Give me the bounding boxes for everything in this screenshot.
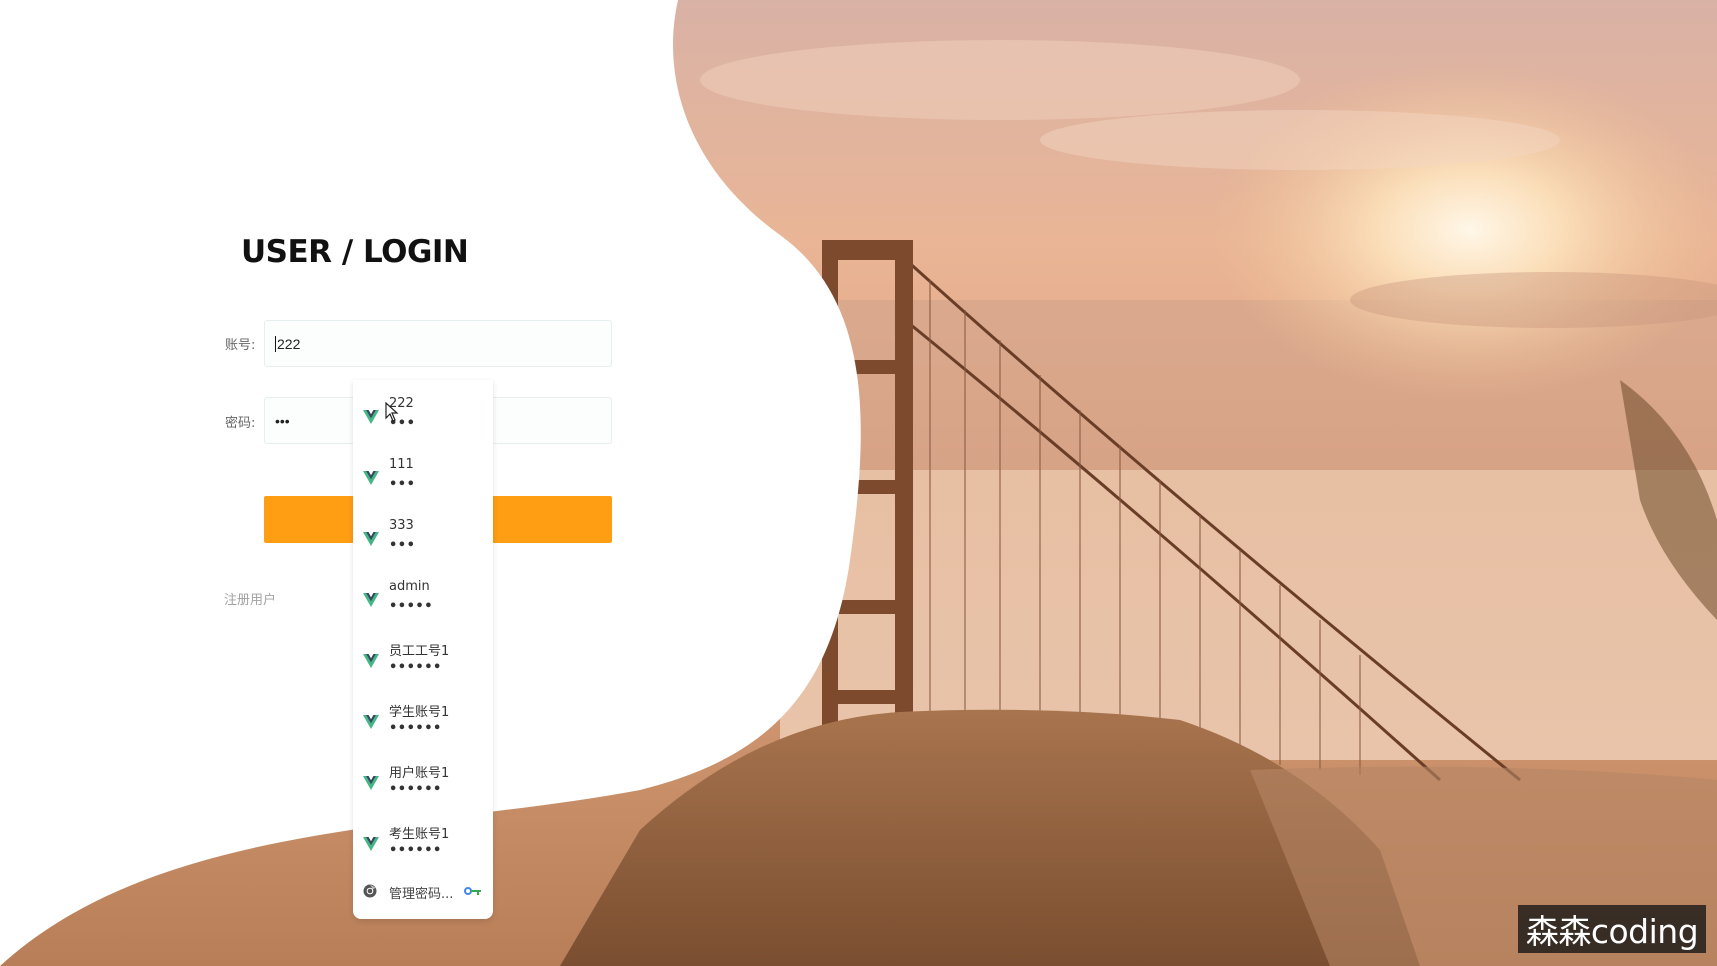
text-caret xyxy=(275,335,276,352)
vue-logo-icon xyxy=(363,532,379,546)
background-scene xyxy=(0,0,1717,966)
autofill-item[interactable]: admin ••••• xyxy=(353,573,493,633)
autofill-password: ••• xyxy=(389,538,416,553)
autofill-username: 学生账号1 xyxy=(389,705,450,720)
register-link[interactable]: 注册用户 xyxy=(224,589,276,608)
account-input-value: 222 xyxy=(277,335,301,352)
watermark: 森森coding xyxy=(1518,905,1706,953)
vue-logo-icon xyxy=(363,654,379,668)
manage-passwords-label: 管理密码... xyxy=(389,887,454,902)
autofill-username: 333 xyxy=(389,518,414,533)
autofill-item[interactable]: 学生账号1 •••••• xyxy=(353,695,493,755)
password-label: 密码: xyxy=(225,416,256,431)
autofill-username: admin xyxy=(389,579,430,594)
autofill-username: 111 xyxy=(389,457,414,472)
autofill-password: •••••• xyxy=(389,660,442,675)
mouse-cursor-icon xyxy=(385,402,399,422)
vue-logo-icon xyxy=(363,837,379,851)
autofill-password: •••••• xyxy=(389,721,442,736)
password-input-value: ••• xyxy=(275,412,290,429)
autofill-username: 考生账号1 xyxy=(389,827,450,842)
account-input[interactable]: 222 xyxy=(264,320,612,367)
autofill-username: 用户账号1 xyxy=(389,766,450,781)
autofill-item[interactable]: 111 ••• xyxy=(353,451,493,511)
vue-logo-icon xyxy=(363,776,379,790)
autofill-item[interactable]: 员工工号1 •••••• xyxy=(353,634,493,694)
autofill-password: ••• xyxy=(389,477,416,492)
page-title: USER / LOGIN xyxy=(241,234,469,270)
autofill-item[interactable]: 222 ••• xyxy=(353,390,493,450)
password-autofill-dropdown: 222 ••• 111 ••• 333 ••• admin ••••• 员工工号… xyxy=(353,380,493,919)
vue-logo-icon xyxy=(363,471,379,485)
manage-passwords-item[interactable]: 管理密码... xyxy=(353,876,493,906)
vue-logo-icon xyxy=(363,593,379,607)
account-label: 账号: xyxy=(225,338,256,353)
autofill-item[interactable]: 考生账号1 •••••• xyxy=(353,817,493,877)
vue-logo-icon xyxy=(363,410,379,424)
autofill-item[interactable]: 333 ••• xyxy=(353,512,493,572)
chrome-icon xyxy=(363,884,377,898)
key-icon xyxy=(464,887,481,895)
vue-logo-icon xyxy=(363,715,379,729)
autofill-item[interactable]: 用户账号1 •••••• xyxy=(353,756,493,816)
autofill-password: •••••• xyxy=(389,782,442,797)
autofill-password: •••••• xyxy=(389,843,442,858)
autofill-password: ••••• xyxy=(389,599,434,614)
autofill-username: 员工工号1 xyxy=(389,644,450,659)
